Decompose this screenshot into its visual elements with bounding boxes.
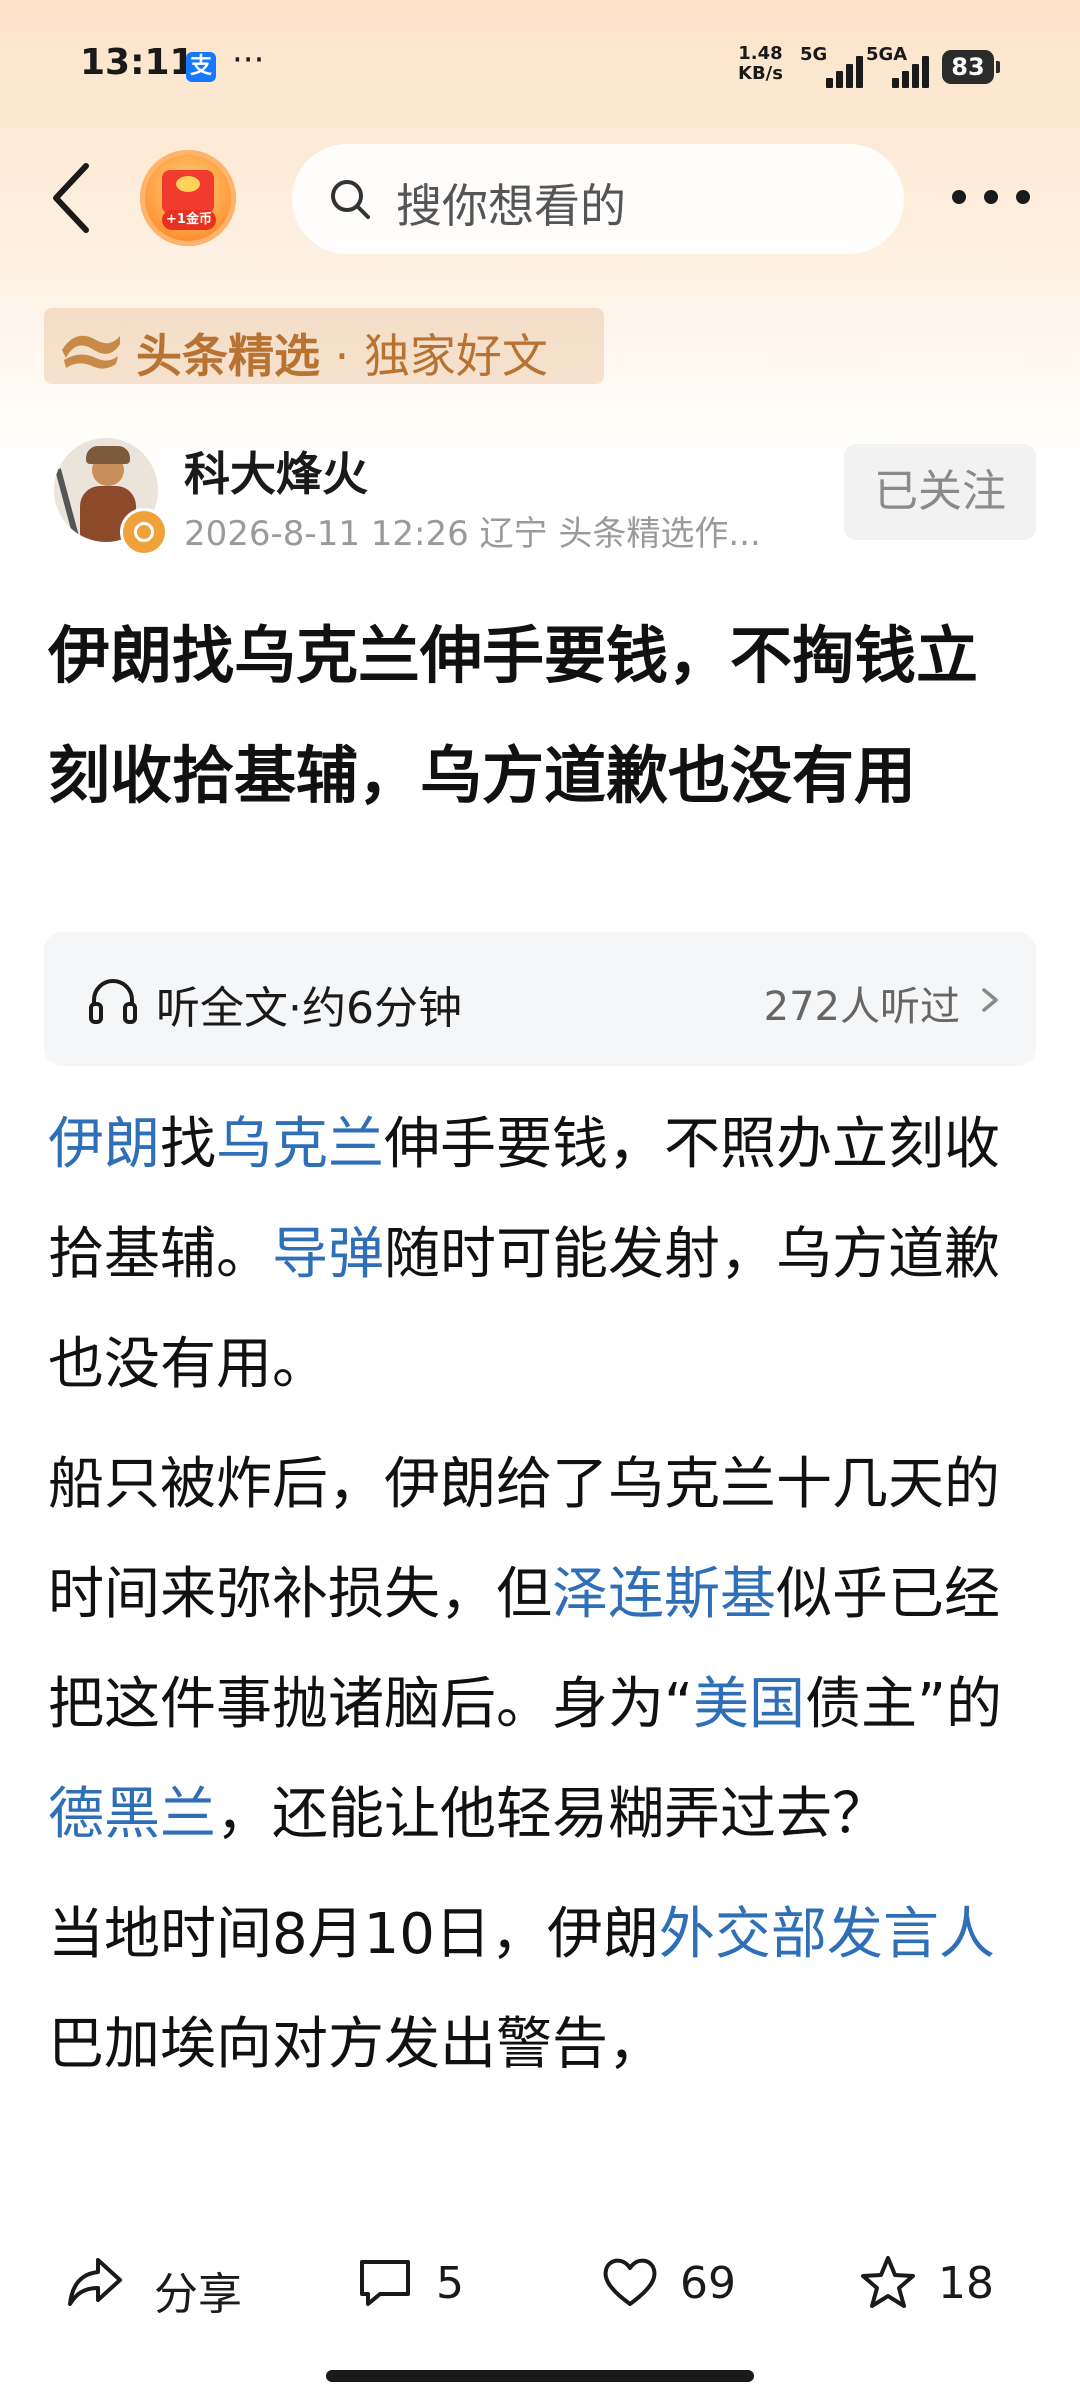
- more-options-icon[interactable]: [952, 190, 1032, 206]
- more-notifications-icon: ···: [232, 40, 265, 80]
- article-screen: 13:11 支 ··· 1.48 KB/s 5G 5GA 83 +1金币 搜你想…: [0, 0, 1080, 2400]
- gold-coin-reward-button[interactable]: +1金币: [140, 150, 236, 246]
- battery-icon: 83: [942, 50, 1000, 84]
- paragraph-1: 伊朗找乌克兰伸手要钱，不照办立刻收拾基辅。导弹随时可能发射，乌方道歉也没有用。: [48, 1112, 1000, 1397]
- comment-count: 5: [436, 2258, 464, 2309]
- keyword-link-ukraine[interactable]: 乌克兰: [216, 1112, 384, 1177]
- content-fade: [0, 2150, 1080, 2230]
- share-icon: [68, 2258, 122, 2306]
- signal-5g-label: 5G: [800, 44, 828, 65]
- author-name[interactable]: 科大烽火: [184, 438, 368, 504]
- channel-separator: ·: [320, 329, 364, 383]
- network-speed-unit: KB/s: [738, 63, 783, 84]
- status-time: 13:11: [80, 42, 195, 83]
- headphones-icon: [89, 979, 137, 1024]
- favorite-count: 18: [938, 2258, 994, 2309]
- keyword-link-foreign-ministry-spokesperson[interactable]: 外交部发言人: [659, 1902, 995, 1967]
- share-button[interactable]: 分享: [66, 2248, 266, 2320]
- channel-name: 头条精选: [136, 329, 320, 383]
- network-speed-value: 1.48: [738, 43, 783, 64]
- listen-label: 听全文·约6分钟: [156, 983, 462, 1034]
- paragraph-3: 当地时间8月10日，伊朗外交部发言人巴加埃向对方发出警告，: [48, 1902, 995, 2077]
- listen-full-text-bar[interactable]: 听全文·约6分钟 272人听过: [44, 932, 1036, 1066]
- keyword-link-zelensky[interactable]: 泽连斯基: [552, 1562, 776, 1627]
- paragraph-2: 船只被炸后，伊朗给了乌克兰十几天的时间来弥补损失，但泽连斯基似乎已经把这件事抛诸…: [48, 1452, 1003, 1847]
- signal-5g-icon: 5G: [800, 44, 863, 88]
- keyword-link-usa[interactable]: 美国: [693, 1672, 805, 1737]
- home-indicator[interactable]: [326, 2370, 754, 2382]
- channel-banner[interactable]: 头条精选 · 独家好文: [44, 308, 604, 384]
- red-envelope-icon: [162, 170, 214, 214]
- alipay-notification-icon: 支: [186, 52, 216, 82]
- channel-tagline: 独家好文: [363, 329, 548, 383]
- author-meta: 2026-8-11 12:26 辽宁 头条精选作...: [184, 514, 761, 554]
- keyword-link-tehran[interactable]: 德黑兰: [48, 1782, 216, 1847]
- comment-button[interactable]: 5: [356, 2248, 486, 2318]
- share-label: 分享: [154, 2269, 242, 2320]
- heart-icon: [603, 2258, 657, 2306]
- network-speed: 1.48 KB/s: [738, 44, 783, 84]
- comment-icon: [360, 2260, 410, 2306]
- star-icon: [861, 2256, 915, 2308]
- article-title: 伊朗找乌克兰伸手要钱，不掏钱立刻收拾基辅，乌方道歉也没有用: [48, 619, 979, 812]
- search-icon: [331, 180, 370, 219]
- toutiao-selection-logo-icon: [62, 335, 120, 369]
- search-placeholder: 搜你想看的: [396, 179, 626, 233]
- follow-button[interactable]: 已关注: [844, 444, 1036, 540]
- article-body: 伊朗找乌克兰伸手要钱，不照办立刻收拾基辅。导弹随时可能发射，乌方道歉也没有用。 …: [48, 1090, 1038, 2220]
- favorite-button[interactable]: 18: [858, 2248, 1008, 2318]
- channel-title: 头条精选 · 独家好文: [136, 320, 548, 386]
- keyword-link-missile[interactable]: 导弹: [272, 1222, 384, 1287]
- search-input[interactable]: 搜你想看的: [292, 144, 904, 254]
- like-button[interactable]: 69: [600, 2248, 750, 2318]
- verified-badge-icon: [120, 508, 168, 556]
- status-bar: 13:11 支 ··· 1.48 KB/s 5G 5GA 83: [0, 0, 1080, 120]
- like-count: 69: [680, 2258, 736, 2309]
- back-arrow-icon[interactable]: [48, 158, 96, 238]
- chevron-right-icon: [982, 988, 998, 1012]
- bottom-action-bar: 分享 5 69 18: [0, 2230, 1080, 2350]
- coin-reward-label: +1金币: [162, 210, 216, 230]
- keyword-link-iran[interactable]: 伊朗: [48, 1112, 160, 1177]
- signal-5ga-icon: 5GA: [866, 44, 929, 88]
- listen-count: 272人听过: [763, 984, 960, 1030]
